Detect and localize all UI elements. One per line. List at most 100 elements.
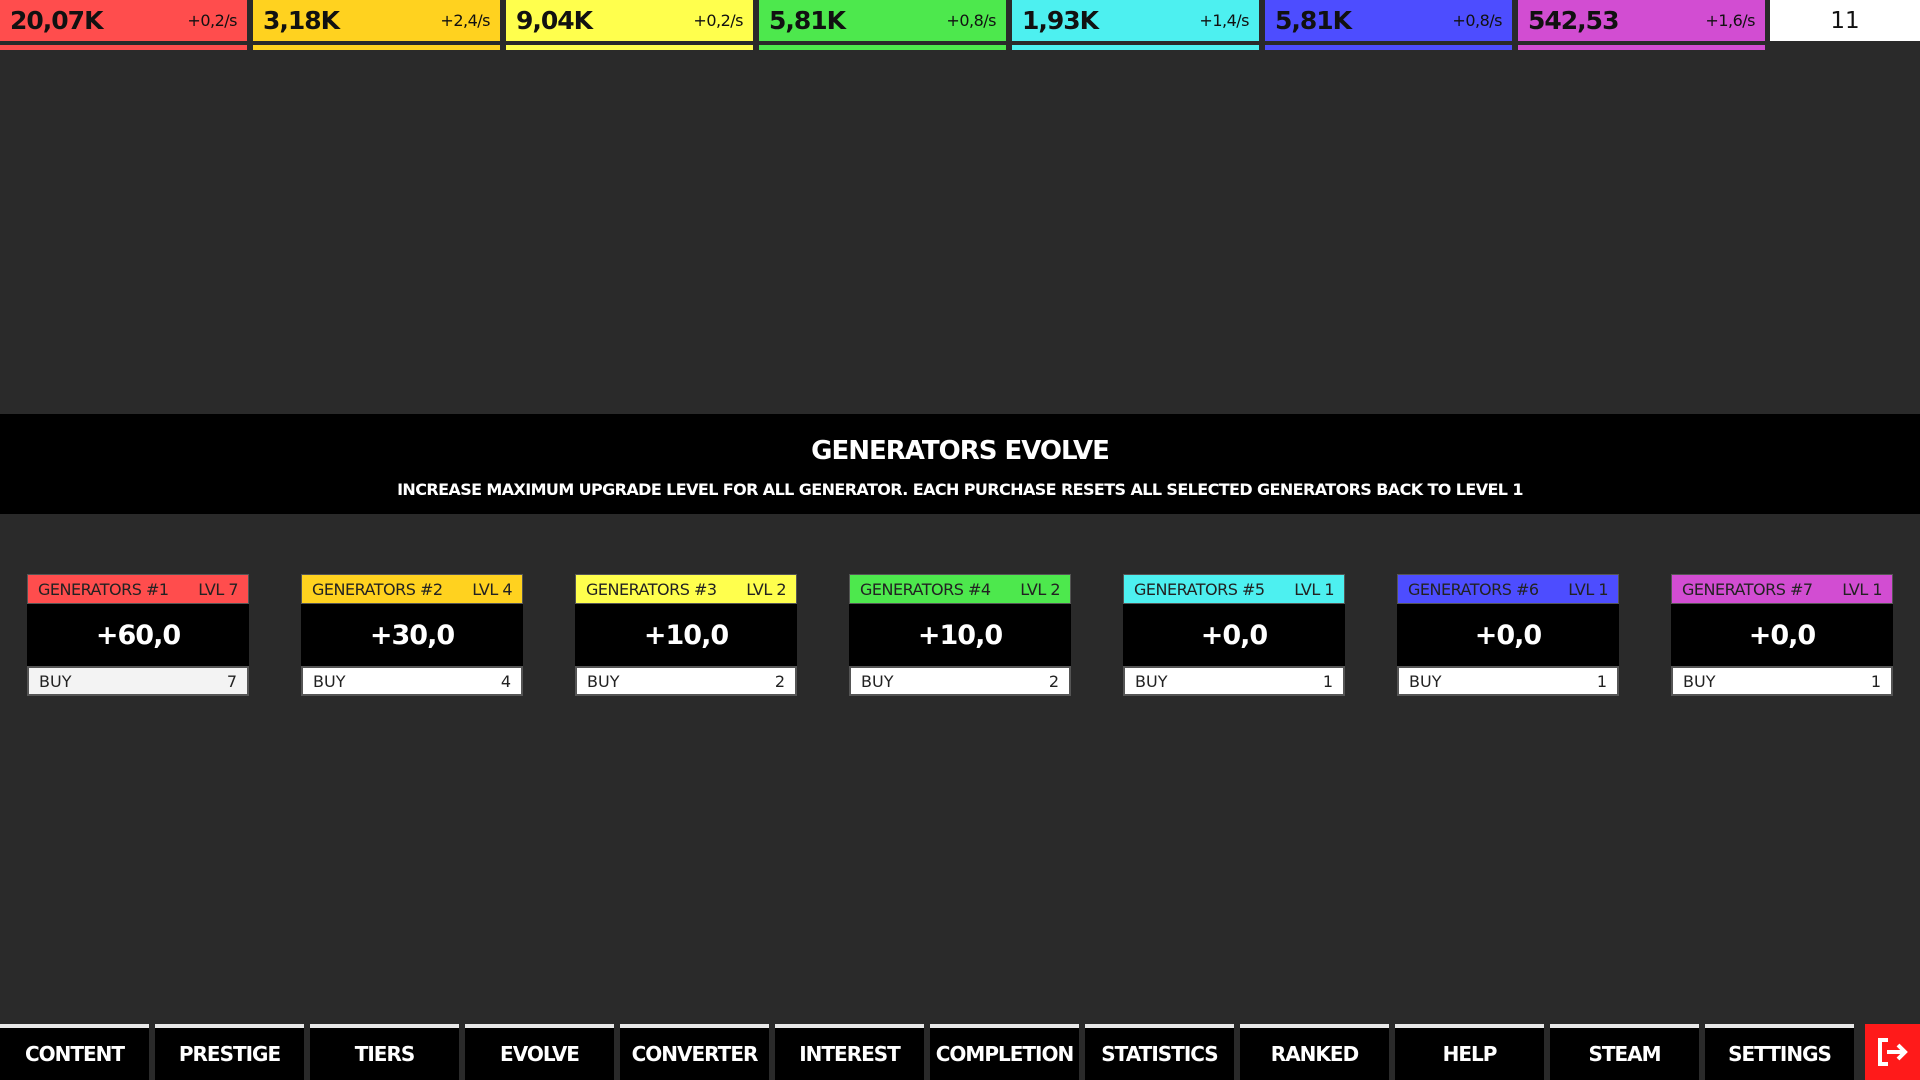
- generator-name: GENERATORS #4: [860, 579, 991, 599]
- generator-buy-button[interactable]: BUY 7: [27, 666, 249, 696]
- resource-1[interactable]: 20,07K +0,2/s: [0, 0, 247, 50]
- generator-header: GENERATORS #3 LVL 2: [575, 574, 797, 604]
- resource-fill: 5,81K +0,8/s: [759, 0, 1006, 41]
- generator-card-4: GENERATORS #4 LVL 2 +10,0 BUY 2: [849, 574, 1071, 696]
- resource-amount: 20,07K: [10, 6, 103, 35]
- resource-fill: 542,53 +1,6/s: [1518, 0, 1765, 41]
- generator-value: +30,0: [301, 604, 523, 666]
- generator-value: +10,0: [849, 604, 1071, 666]
- generator-buy-button[interactable]: BUY 1: [1397, 666, 1619, 696]
- generator-buy-button[interactable]: BUY 2: [849, 666, 1071, 696]
- resource-progress-bar: [506, 45, 753, 50]
- nav-ranked[interactable]: RANKED: [1240, 1024, 1389, 1080]
- buy-label: BUY: [313, 671, 346, 691]
- nav-converter[interactable]: CONVERTER: [620, 1024, 769, 1080]
- bottom-nav: CONTENT PRESTIGE TIERS EVOLVE CONVERTER …: [0, 1024, 1920, 1080]
- generator-card-5: GENERATORS #5 LVL 1 +0,0 BUY 1: [1123, 574, 1345, 696]
- nav-statistics[interactable]: STATISTICS: [1085, 1024, 1234, 1080]
- resource-amount: 1,93K: [1022, 6, 1099, 35]
- generator-level: LVL 1: [1842, 579, 1882, 599]
- generator-name: GENERATORS #1: [38, 579, 169, 599]
- generator-card-1: GENERATORS #1 LVL 7 +60,0 BUY 7: [27, 574, 249, 696]
- resource-rate: +0,2/s: [693, 11, 743, 30]
- resource-amount: 5,81K: [1275, 6, 1352, 35]
- buy-label: BUY: [861, 671, 894, 691]
- banner-title: GENERATORS EVOLVE: [811, 436, 1110, 466]
- resource-7[interactable]: 542,53 +1,6/s: [1518, 0, 1765, 50]
- generator-level: LVL 1: [1294, 579, 1334, 599]
- buy-label: BUY: [587, 671, 620, 691]
- generator-level: LVL 1: [1568, 579, 1608, 599]
- buy-count: 7: [226, 671, 237, 691]
- generator-level: LVL 7: [198, 579, 238, 599]
- resource-amount: 3,18K: [263, 6, 340, 35]
- resource-counter: 11: [1770, 0, 1920, 41]
- nav-prestige[interactable]: PRESTIGE: [155, 1024, 304, 1080]
- resource-amount: 9,04K: [516, 6, 593, 35]
- generator-card-7: GENERATORS #7 LVL 1 +0,0 BUY 1: [1671, 574, 1893, 696]
- buy-count: 1: [1870, 671, 1881, 691]
- resource-6[interactable]: 5,81K +0,8/s: [1265, 0, 1512, 50]
- exit-icon: [1877, 1038, 1908, 1066]
- generator-value: +10,0: [575, 604, 797, 666]
- game-screen: 20,07K +0,2/s 3,18K +2,4/s 9,04K +0,2/s …: [0, 0, 1920, 1080]
- buy-label: BUY: [39, 671, 72, 691]
- generator-level: LVL 2: [746, 579, 786, 599]
- resource-2[interactable]: 3,18K +2,4/s: [253, 0, 500, 50]
- nav-completion[interactable]: COMPLETION: [930, 1024, 1079, 1080]
- banner-description: INCREASE MAXIMUM UPGRADE LEVEL FOR ALL G…: [397, 480, 1523, 499]
- generator-header: GENERATORS #1 LVL 7: [27, 574, 249, 604]
- generator-level: LVL 4: [472, 579, 512, 599]
- resource-rate: +1,6/s: [1705, 11, 1755, 30]
- generator-name: GENERATORS #6: [1408, 579, 1539, 599]
- resource-bar: 20,07K +0,2/s 3,18K +2,4/s 9,04K +0,2/s …: [0, 0, 1920, 50]
- nav-tiers[interactable]: TIERS: [310, 1024, 459, 1080]
- generator-header: GENERATORS #6 LVL 1: [1397, 574, 1619, 604]
- generator-buy-button[interactable]: BUY 2: [575, 666, 797, 696]
- resource-rate: +2,4/s: [440, 11, 490, 30]
- buy-count: 1: [1322, 671, 1333, 691]
- buy-label: BUY: [1409, 671, 1442, 691]
- resource-progress-bar: [1012, 45, 1259, 50]
- generator-header: GENERATORS #7 LVL 1: [1671, 574, 1893, 604]
- generator-card-2: GENERATORS #2 LVL 4 +30,0 BUY 4: [301, 574, 523, 696]
- nav-content[interactable]: CONTENT: [0, 1024, 149, 1080]
- buy-count: 1: [1596, 671, 1607, 691]
- resource-fill: 3,18K +2,4/s: [253, 0, 500, 41]
- generator-level: LVL 2: [1020, 579, 1060, 599]
- resource-4[interactable]: 5,81K +0,8/s: [759, 0, 1006, 50]
- generator-buy-button[interactable]: BUY 4: [301, 666, 523, 696]
- generator-card-6: GENERATORS #6 LVL 1 +0,0 BUY 1: [1397, 574, 1619, 696]
- generator-header: GENERATORS #2 LVL 4: [301, 574, 523, 604]
- generator-name: GENERATORS #2: [312, 579, 443, 599]
- resource-amount: 5,81K: [769, 6, 846, 35]
- buy-label: BUY: [1683, 671, 1716, 691]
- resource-fill: 20,07K +0,2/s: [0, 0, 247, 41]
- nav-steam[interactable]: STEAM: [1550, 1024, 1699, 1080]
- resource-rate: +0,2/s: [187, 11, 237, 30]
- generator-name: GENERATORS #5: [1134, 579, 1265, 599]
- generator-value: +60,0: [27, 604, 249, 666]
- nav-settings[interactable]: SETTINGS: [1705, 1024, 1854, 1080]
- resource-amount: 542,53: [1528, 6, 1619, 35]
- generator-buy-button[interactable]: BUY 1: [1123, 666, 1345, 696]
- nav-evolve[interactable]: EVOLVE: [465, 1024, 614, 1080]
- resource-rate: +1,4/s: [1199, 11, 1249, 30]
- generator-value: +0,0: [1397, 604, 1619, 666]
- buy-count: 4: [500, 671, 511, 691]
- resource-5[interactable]: 1,93K +1,4/s: [1012, 0, 1259, 50]
- resource-rate: +0,8/s: [1452, 11, 1502, 30]
- buy-label: BUY: [1135, 671, 1168, 691]
- generator-buy-button[interactable]: BUY 1: [1671, 666, 1893, 696]
- nav-help[interactable]: HELP: [1395, 1024, 1544, 1080]
- generator-card-3: GENERATORS #3 LVL 2 +10,0 BUY 2: [575, 574, 797, 696]
- nav-interest[interactable]: INTEREST: [775, 1024, 924, 1080]
- resource-progress-bar: [759, 45, 1006, 50]
- resource-3[interactable]: 9,04K +0,2/s: [506, 0, 753, 50]
- resource-fill: 5,81K +0,8/s: [1265, 0, 1512, 41]
- generator-name: GENERATORS #3: [586, 579, 717, 599]
- buy-count: 2: [1048, 671, 1059, 691]
- exit-button[interactable]: [1865, 1024, 1920, 1080]
- buy-count: 2: [774, 671, 785, 691]
- resource-progress-bar: [1265, 45, 1512, 50]
